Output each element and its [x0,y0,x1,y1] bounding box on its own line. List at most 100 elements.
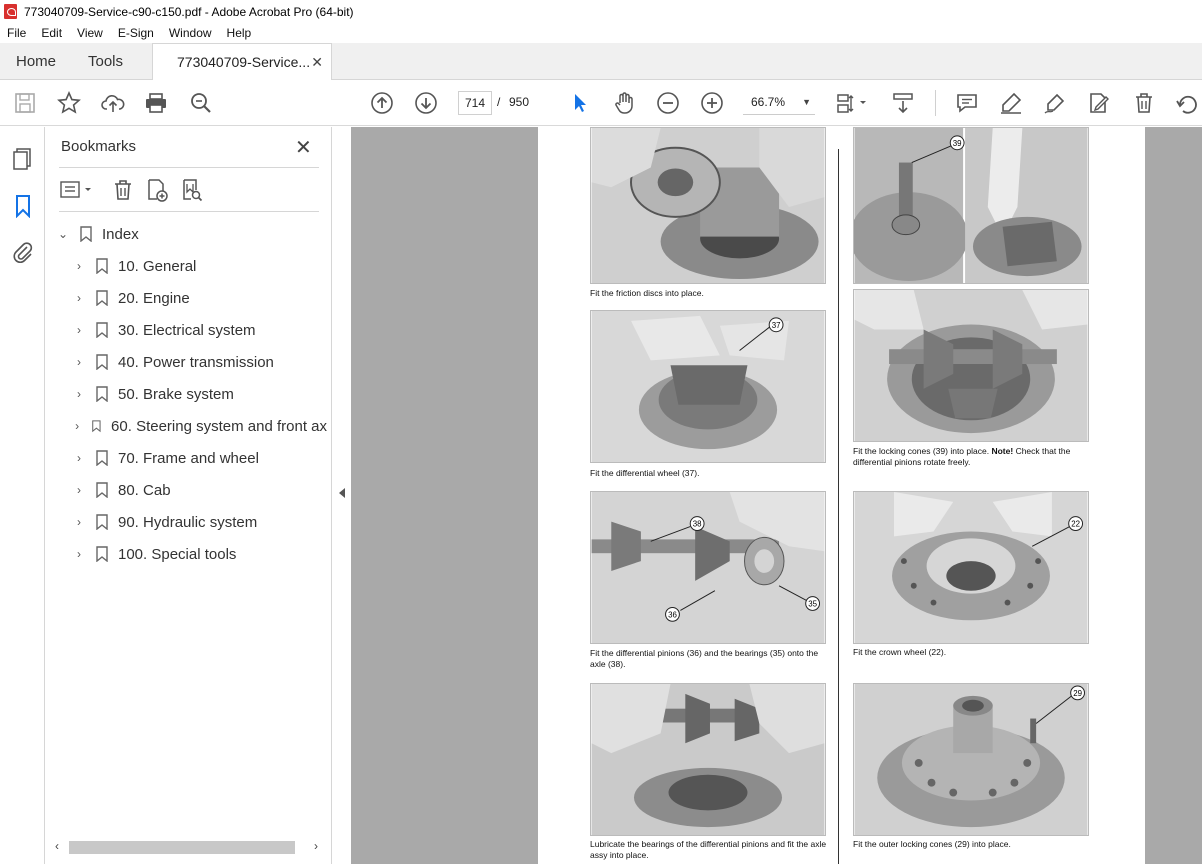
caption-note: Note! [991,446,1014,456]
edit-pdf-icon[interactable] [1087,91,1111,115]
select-cursor-icon[interactable] [568,91,592,115]
menu-esign[interactable]: E-Sign [111,26,162,40]
tab-document-label: 773040709-Service... [177,54,311,70]
bookmark-options-icon[interactable] [59,178,95,202]
bookmark-label: 50. Brake system [118,385,234,403]
next-page-icon[interactable] [414,91,438,115]
delete-bookmark-icon[interactable] [111,178,135,202]
callout-22: 22 [1071,520,1080,529]
bookmark-item[interactable]: › 50. Brake system [72,382,234,406]
zoom-search-icon[interactable] [189,91,213,115]
menu-edit[interactable]: Edit [34,26,70,40]
divider [59,167,319,168]
callout-38: 38 [693,520,702,529]
title-bar: 773040709-Service-c90-c150.pdf - Adobe A… [0,0,1202,23]
zoom-in-icon[interactable] [700,91,724,115]
upload-cloud-icon[interactable] [101,91,125,115]
chevron-right-icon[interactable]: › [72,387,86,401]
chevron-right-icon[interactable]: › [72,419,82,433]
chevron-right-icon[interactable]: › [72,451,86,465]
bookmarks-panel: Bookmarks ✕ ⌄ Index › 10. General › 20. … [45,127,332,864]
hand-tool-icon[interactable] [612,91,636,115]
bookmark-label: 100. Special tools [118,545,237,563]
vertical-scrollbar[interactable] [1193,127,1202,864]
bookmark-panel-icon[interactable] [11,194,35,218]
comment-icon[interactable] [955,91,979,115]
close-panel-icon[interactable]: ✕ [295,135,312,160]
bookmark-icon [96,450,108,466]
bookmark-label: 30. Electrical system [118,321,256,339]
sign-pen-icon[interactable] [1043,91,1067,115]
print-icon[interactable] [144,91,168,115]
page-thumbnails-icon[interactable] [11,147,35,171]
bookmark-icon [96,290,108,306]
callout-35: 35 [808,599,817,608]
scroll-left-icon[interactable]: ‹ [55,839,59,853]
column-divider [838,149,839,864]
scroll-right-icon[interactable]: › [314,839,318,853]
highlight-pen-icon[interactable] [999,91,1023,115]
bookmark-icon [96,546,108,562]
menu-view[interactable]: View [70,26,111,40]
bookmark-item[interactable]: › 30. Electrical system [72,318,256,342]
tab-home[interactable]: Home [16,43,56,80]
bookmark-item[interactable]: › 100. Special tools [72,542,236,566]
chevron-right-icon[interactable]: › [72,323,86,337]
photo-outer-locking-cones: 29 [853,683,1089,836]
bookmark-icon [96,354,108,370]
page-number-input[interactable]: 714 [458,91,492,115]
find-bookmark-icon[interactable] [180,178,204,202]
page-layout-icon[interactable] [834,91,870,115]
bookmark-item[interactable]: › 80. Cab [72,478,171,502]
chevron-right-icon[interactable]: › [72,547,86,561]
bookmark-item[interactable]: › 40. Power transmission [72,350,274,374]
document-viewer[interactable]: Fit the friction discs into place. 37 Fi… [351,127,1202,864]
photo-differential-wheel: 37 [590,310,826,463]
menu-help[interactable]: Help [220,26,260,40]
bookmark-icon [92,420,101,433]
divider [59,211,319,212]
collapse-panel-icon[interactable] [338,487,346,499]
bookmark-item[interactable]: › 20. Engine [72,286,190,310]
photo-crown-wheel: 22 [853,491,1089,644]
bookmark-label: Index [102,225,139,243]
zoom-level-select[interactable]: 66.7% ▼ [743,91,815,115]
callout-39: 39 [953,139,962,148]
delete-page-icon[interactable] [1132,91,1156,115]
star-icon[interactable] [57,91,81,115]
horizontal-scrollbar[interactable]: ‹ › [55,838,325,856]
tab-tools[interactable]: Tools [88,43,123,80]
caption-part: Fit the locking cones (39) into place. [853,446,990,456]
scroll-mode-icon[interactable] [891,91,915,115]
bookmark-item[interactable]: › 90. Hydraulic system [72,510,257,534]
scrollbar-thumb[interactable] [69,841,295,854]
new-bookmark-icon[interactable] [145,178,169,202]
previous-page-icon[interactable] [370,91,394,115]
close-tab-icon[interactable]: ✕ [311,44,323,80]
menu-window[interactable]: Window [162,26,220,40]
chevron-right-icon[interactable]: › [72,259,86,273]
zoom-out-icon[interactable] [656,91,680,115]
photo-locking-cones: 39 [853,127,1089,284]
bookmark-label: 90. Hydraulic system [118,513,258,531]
rotate-icon[interactable] [1176,91,1200,115]
callout-29: 29 [1073,689,1082,698]
chevron-down-icon: ▼ [802,97,811,107]
chevron-down-icon[interactable]: ⌄ [56,227,70,241]
chevron-right-icon[interactable]: › [72,291,86,305]
bookmark-root-index[interactable]: ⌄ Index [56,222,139,246]
bookmark-icon [96,322,108,338]
bookmark-item[interactable]: › 60. Steering system and front ax [72,414,327,438]
navigation-rail [0,127,45,864]
chevron-right-icon[interactable]: › [72,355,86,369]
pdf-file-icon [4,4,17,19]
chevron-right-icon[interactable]: › [72,483,86,497]
save-icon[interactable] [13,91,37,115]
bookmark-item[interactable]: › 10. General [72,254,196,278]
chevron-right-icon[interactable]: › [72,515,86,529]
bookmark-item[interactable]: › 70. Frame and wheel [72,446,259,470]
panel-splitter[interactable] [333,127,351,864]
menu-file[interactable]: File [0,26,34,40]
attachment-icon[interactable] [11,240,35,264]
tab-document[interactable]: 773040709-Service... ✕ [152,43,332,81]
